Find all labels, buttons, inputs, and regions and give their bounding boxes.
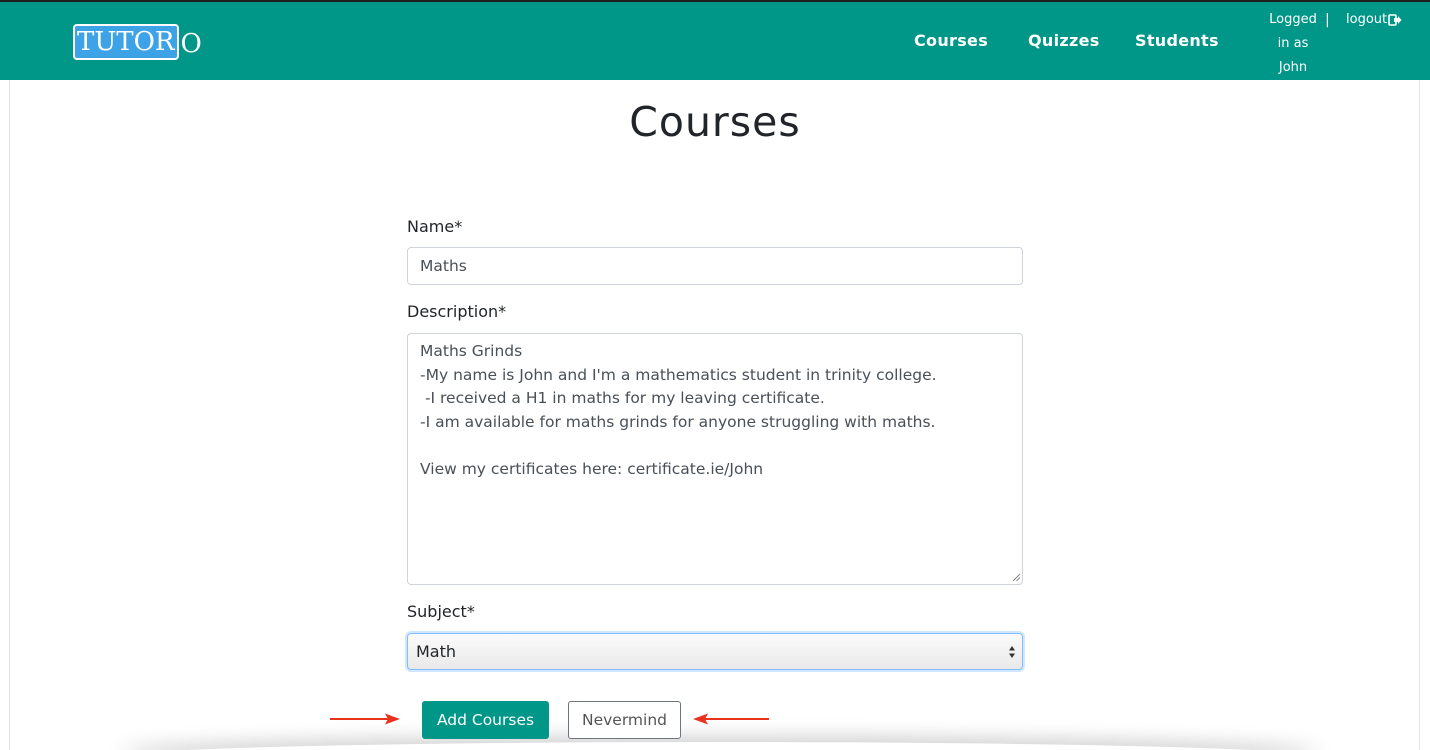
logged-in-line1: Logged: [1269, 12, 1317, 27]
nav-courses-link[interactable]: Courses: [914, 31, 988, 50]
subject-selected-value: Math: [416, 642, 457, 661]
page: TUTOR O Courses Quizzes Students Logged …: [0, 0, 1430, 750]
logged-in-status: Logged in as John: [1263, 8, 1323, 80]
red-arrow-icon: [330, 713, 400, 725]
navbar: TUTOR O Courses Quizzes Students Logged …: [0, 0, 1430, 80]
content-border-right: [1419, 80, 1420, 750]
nav-students-link[interactable]: Students: [1135, 31, 1219, 50]
content-border-left: [9, 80, 10, 750]
page-title: Courses: [629, 98, 801, 146]
logged-in-line2: in as: [1277, 36, 1309, 51]
name-label: Name*: [407, 217, 463, 236]
description-textarea[interactable]: Maths Grinds -My name is John and I'm a …: [407, 333, 1023, 585]
bottom-shadow: [120, 742, 1320, 750]
nav-quizzes-link[interactable]: Quizzes: [1028, 31, 1100, 50]
description-label: Description*: [407, 302, 507, 321]
resize-grip-icon[interactable]: [1012, 573, 1021, 582]
select-arrows-icon: [1009, 646, 1015, 658]
name-input[interactable]: [407, 247, 1023, 285]
nav-separator: |: [1325, 12, 1330, 28]
logo-boxed-text: TUTOR: [73, 24, 179, 60]
logout-link[interactable]: logout: [1346, 8, 1402, 32]
logo[interactable]: TUTOR O: [73, 24, 202, 60]
logout-label: logout: [1346, 12, 1388, 27]
subject-label: Subject*: [407, 602, 475, 621]
subject-select[interactable]: Math: [407, 633, 1023, 670]
red-arrow-icon: [693, 713, 769, 725]
add-courses-button[interactable]: Add Courses: [422, 701, 549, 739]
logout-icon: [1388, 14, 1402, 26]
logged-in-user: John: [1278, 60, 1308, 75]
nevermind-button[interactable]: Nevermind: [568, 701, 681, 739]
logo-tail-text: O: [180, 29, 202, 59]
